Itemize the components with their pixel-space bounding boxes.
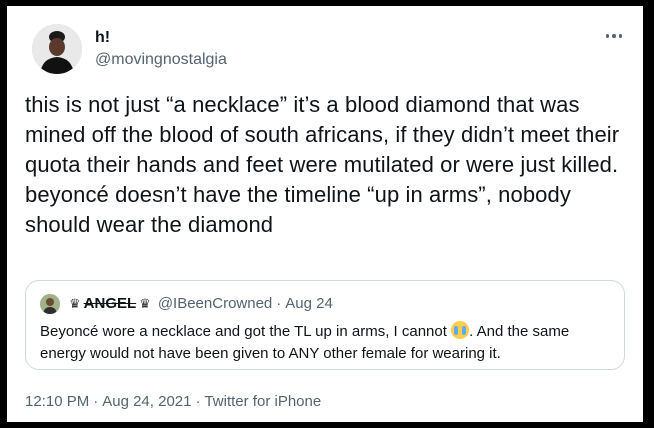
tweet-text: this is not just “a necklace” it’s a blo… <box>25 92 620 237</box>
crown-icon: ♛ <box>69 296 81 311</box>
separator-dot: · <box>276 295 282 312</box>
user-avatar[interactable] <box>32 24 82 74</box>
quoted-display-name[interactable]: ANGEL <box>84 294 137 314</box>
tweet-header: h! @movingnostalgia <box>29 20 629 74</box>
more-dot <box>612 34 616 38</box>
quoted-date[interactable]: Aug 24 <box>285 294 333 314</box>
tweet-source: Twitter for iPhone <box>204 393 322 410</box>
quoted-display-name-text: ANGEL <box>83 295 137 312</box>
separator-dot: · <box>93 393 99 410</box>
quoted-tweet-text: Beyoncé wore a necklace and got the TL u… <box>40 321 612 365</box>
quoted-handle[interactable]: @IBeenCrowned <box>158 294 272 314</box>
separator-dot: · <box>195 393 201 410</box>
author-handle[interactable]: @movingnostalgia <box>95 50 227 70</box>
crown-icon: ♛ <box>139 296 151 311</box>
tweet-date[interactable]: Aug 24, 2021 <box>102 393 191 410</box>
tweet-card: h! @movingnostalgia this is not just “a … <box>7 6 643 422</box>
more-dot <box>618 34 623 38</box>
quoted-text-part: Beyoncé wore a necklace and got the TL u… <box>40 323 452 340</box>
tweet-time[interactable]: 12:10 PM <box>25 393 89 410</box>
more-dot <box>605 34 610 38</box>
loudly-crying-face-icon <box>451 321 470 339</box>
tweet-meta: 12:10 PM · Aug 24, 2021 · Twitter for iPhone <box>25 392 321 412</box>
author-display-name[interactable]: h! <box>95 28 110 48</box>
quoted-user-avatar[interactable] <box>40 294 60 314</box>
quoted-tweet-header: ♛ ANGEL ♛ @IBeenCrowned · Aug 24 <box>40 294 333 314</box>
quoted-tweet[interactable]: ♛ ANGEL ♛ @IBeenCrowned · Aug 24 Beyoncé… <box>25 280 625 370</box>
more-horizontal-icon[interactable] <box>599 26 629 46</box>
